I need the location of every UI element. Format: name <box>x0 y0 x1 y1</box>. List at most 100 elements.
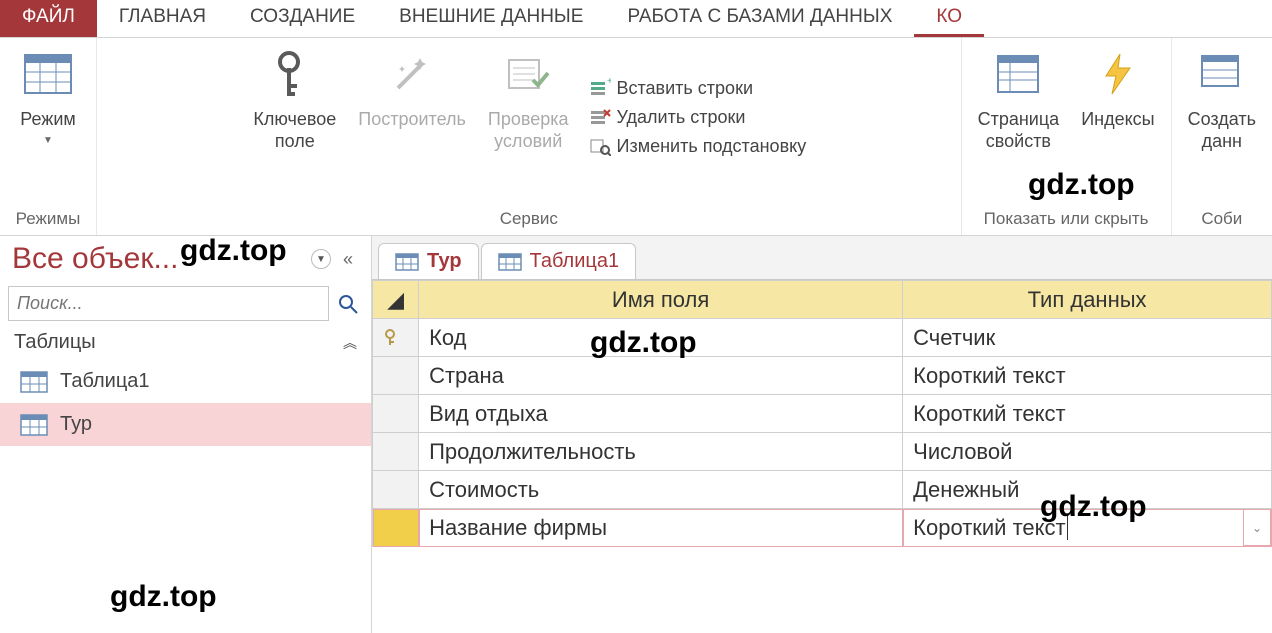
builder-label: Построитель <box>358 108 466 130</box>
column-header-type[interactable]: Тип данных <box>903 281 1272 319</box>
field-row[interactable]: Вид отдыхаКороткий текст <box>373 395 1272 433</box>
indexes-label: Индексы <box>1081 108 1154 130</box>
document-tab[interactable]: Таблица1 <box>481 243 637 279</box>
tab-label: Тур <box>427 250 462 273</box>
field-type-cell[interactable]: Числовой <box>903 433 1272 471</box>
delete-rows-button[interactable]: Удалить строки <box>583 103 813 132</box>
primary-key-icon <box>383 329 408 347</box>
modify-lookup-label: Изменить подстановку <box>617 136 807 157</box>
row-selector[interactable] <box>373 509 419 547</box>
nav-section-tables[interactable]: Таблицы ︽ <box>0 325 371 360</box>
tab-database-tools[interactable]: РАБОТА С БАЗАМИ ДАННЫХ <box>605 0 914 37</box>
create-data-macro-button[interactable]: Создать данн <box>1180 42 1264 158</box>
field-name-cell[interactable]: Продолжительность <box>419 433 903 471</box>
field-type-cell[interactable]: Счетчик <box>903 319 1272 357</box>
nav-item-label: Тур <box>60 413 92 436</box>
table-icon <box>498 253 522 271</box>
nav-item[interactable]: Таблица1 <box>0 360 371 403</box>
tab-home[interactable]: ГЛАВНАЯ <box>97 0 228 37</box>
field-row[interactable]: СтранаКороткий текст <box>373 357 1272 395</box>
field-row[interactable]: СтоимостьДенежный <box>373 471 1272 509</box>
design-grid: ◢ Имя поля Тип данных КодСчетчикСтранаКо… <box>372 280 1272 547</box>
field-name-cell[interactable]: Название фирмы <box>419 509 903 547</box>
nav-header[interactable]: Все объек... ▼ « <box>0 236 371 282</box>
column-header-name[interactable]: Имя поля <box>419 281 903 319</box>
svg-text:+: + <box>607 78 611 87</box>
insert-rows-button[interactable]: ​+ Вставить строки <box>583 74 813 103</box>
builder-button[interactable]: Построитель <box>350 42 474 136</box>
selector-header: ◢ <box>373 281 419 319</box>
tab-design-partial[interactable]: КО <box>914 0 984 37</box>
insert-rows-icon: ​+ <box>589 78 611 98</box>
group-label-modes: Режимы <box>16 205 81 233</box>
modify-lookup-button[interactable]: Изменить подстановку <box>583 132 813 161</box>
ribbon: Режим ▼ Режимы Ключевое поле <box>0 38 1272 236</box>
property-sheet-icon <box>992 48 1044 100</box>
row-selector[interactable] <box>373 319 419 357</box>
field-name-cell[interactable]: Страна <box>419 357 903 395</box>
field-name-cell[interactable]: Код <box>419 319 903 357</box>
view-label: Режим <box>20 108 76 130</box>
nav-item[interactable]: Тур <box>0 403 371 446</box>
dropdown-caret-icon: ▼ <box>43 130 53 152</box>
view-button[interactable]: Режим ▼ <box>8 42 88 158</box>
validation-label: Проверка условий <box>488 108 569 152</box>
group-label-show-hide: Показать или скрыть <box>984 205 1149 233</box>
document-tabs: Тур Таблица1 <box>372 236 1272 280</box>
field-type-cell[interactable]: Короткий текст <box>903 395 1272 433</box>
row-selector[interactable] <box>373 471 419 509</box>
search-input[interactable] <box>8 286 329 321</box>
indexes-button[interactable]: Индексы <box>1073 42 1162 136</box>
nav-item-label: Таблица1 <box>60 370 150 393</box>
ribbon-tabs: ФАЙЛ ГЛАВНАЯ СОЗДАНИЕ ВНЕШНИЕ ДАННЫЕ РАБ… <box>0 0 1272 38</box>
table-icon <box>20 371 48 393</box>
content-area: Тур Таблица1 ◢ Имя поля Тип данных КодСче… <box>372 236 1272 633</box>
datasheet-view-icon <box>22 48 74 100</box>
search-icon[interactable] <box>333 289 363 319</box>
data-macro-icon <box>1196 48 1248 100</box>
field-type-cell[interactable]: Короткий текст <box>903 357 1272 395</box>
row-selector[interactable] <box>373 395 419 433</box>
tab-external-data[interactable]: ВНЕШНИЕ ДАННЫЕ <box>377 0 605 37</box>
row-selector[interactable] <box>373 357 419 395</box>
navigation-pane: Все объек... ▼ « Таблицы ︽ Таблица1 Тур <box>0 236 372 633</box>
ribbon-group-show-hide: Страница свойств Индексы Показать или ск… <box>962 38 1172 235</box>
dropdown-arrow-icon[interactable]: ⌄ <box>1243 509 1271 546</box>
tab-file[interactable]: ФАЙЛ <box>0 0 97 37</box>
field-row[interactable]: ПродолжительностьЧисловой <box>373 433 1272 471</box>
tab-label: Таблица1 <box>530 250 620 273</box>
collapse-pane-icon[interactable]: « <box>337 249 359 270</box>
ribbon-group-service: Ключевое поле Построитель <box>97 38 962 235</box>
insert-rows-label: Вставить строки <box>617 78 754 99</box>
tab-create[interactable]: СОЗДАНИЕ <box>228 0 377 37</box>
validation-button[interactable]: Проверка условий <box>480 42 577 158</box>
main-area: Все объек... ▼ « Таблицы ︽ Таблица1 Тур Т… <box>0 236 1272 633</box>
nav-title: Все объек... <box>12 242 305 276</box>
property-sheet-label: Страница свойств <box>978 108 1060 152</box>
lightning-icon <box>1092 48 1144 100</box>
table-icon <box>395 253 419 271</box>
nav-dropdown-icon[interactable]: ▼ <box>311 249 331 269</box>
collapse-section-icon: ︽ <box>343 333 357 353</box>
row-selector[interactable] <box>373 433 419 471</box>
document-tab[interactable]: Тур <box>378 243 479 279</box>
field-name-cell[interactable]: Стоимость <box>419 471 903 509</box>
create-data-macro-label: Создать данн <box>1188 108 1256 152</box>
field-name-cell[interactable]: Вид отдыха <box>419 395 903 433</box>
wand-icon <box>386 48 438 100</box>
search-row <box>0 282 371 325</box>
validation-icon <box>502 48 554 100</box>
nav-section-label: Таблицы <box>14 331 96 354</box>
group-label-events: Соби <box>1201 205 1242 233</box>
ribbon-group-events: Создать данн Соби <box>1172 38 1272 235</box>
primary-key-button[interactable]: Ключевое поле <box>245 42 344 158</box>
delete-rows-icon <box>589 107 611 127</box>
key-icon <box>269 48 321 100</box>
property-sheet-button[interactable]: Страница свойств <box>970 42 1068 158</box>
field-row[interactable]: КодСчетчик <box>373 319 1272 357</box>
group-label-service: Сервис <box>500 205 558 233</box>
field-type-cell[interactable]: Короткий текст⌄ <box>903 509 1272 547</box>
field-row[interactable]: Название фирмыКороткий текст⌄ <box>373 509 1272 547</box>
field-type-cell[interactable]: Денежный <box>903 471 1272 509</box>
table-icon <box>20 414 48 436</box>
